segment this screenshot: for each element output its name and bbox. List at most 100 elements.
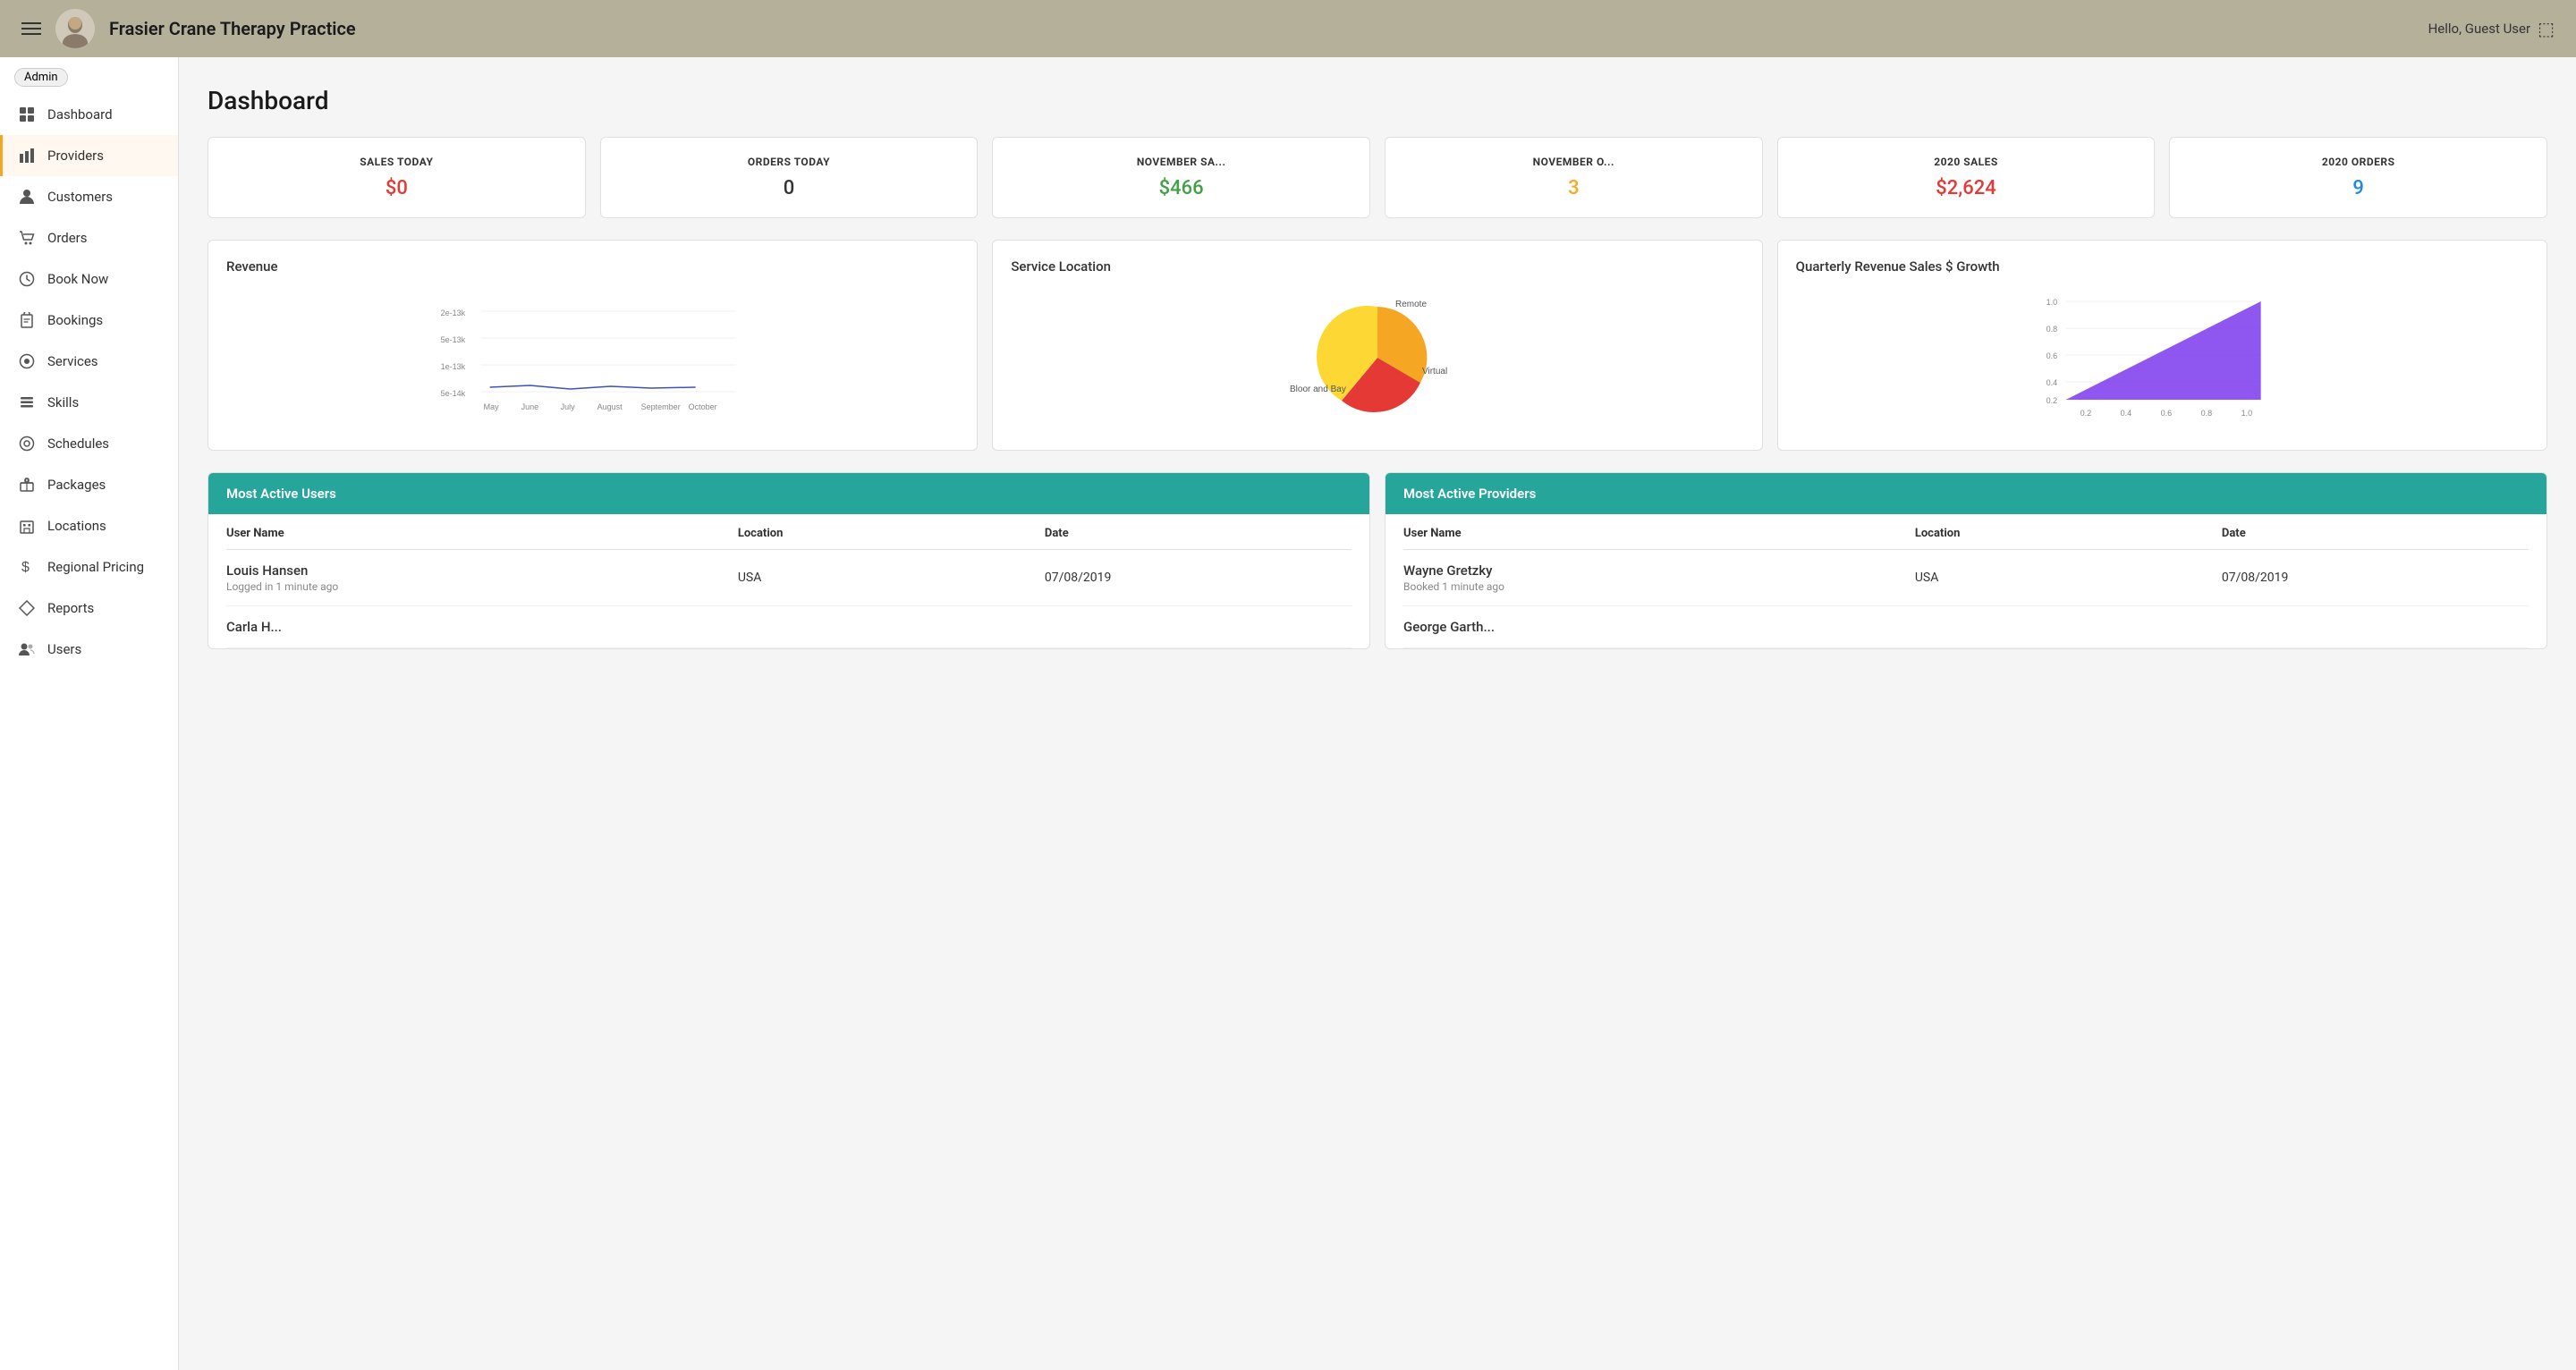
most-active-users-card: Most Active Users User Name Location Dat… <box>208 472 1370 649</box>
users-col-name: User Name <box>226 527 738 540</box>
app-title: Frasier Crane Therapy Practice <box>109 18 356 39</box>
sidebar-item-dashboard[interactable]: Dashboard <box>0 94 178 135</box>
main-content: Dashboard SALES TODAY $0 ORDERS TODAY 0 … <box>179 57 2576 1370</box>
users-col-date: Date <box>1045 527 1352 540</box>
svg-text:Remote: Remote <box>1395 300 1427 309</box>
stat-card-2020-sales: 2020 SALES $2,624 <box>1777 137 2156 218</box>
svg-text:October: October <box>689 402 717 411</box>
charts-row: Revenue 2e-13k 5e-13k 1e-13k 5e-14k <box>208 240 2547 451</box>
stat-card-nov-orders: NOVEMBER O... 3 <box>1385 137 1763 218</box>
sidebar-item-book-now[interactable]: Book Now <box>0 258 178 300</box>
user-date: 07/08/2019 <box>1045 562 1352 593</box>
admin-badge: Admin <box>14 68 68 87</box>
svg-text:August: August <box>597 402 623 411</box>
svg-text:0.4: 0.4 <box>2046 378 2057 387</box>
svg-text:September: September <box>641 402 681 411</box>
diamond-icon <box>17 598 37 618</box>
svg-text:0.8: 0.8 <box>2200 409 2212 418</box>
svg-text:July: July <box>561 402 576 411</box>
most-active-users-content: User Name Location Date Louis Hansen Log… <box>208 514 1369 648</box>
services-label: Services <box>47 353 98 369</box>
nov-sales-value: $466 <box>1007 177 1355 199</box>
user-name: Carla H... <box>226 619 738 635</box>
2020-sales-value: $2,624 <box>1792 177 2140 199</box>
most-active-providers-card: Most Active Providers User Name Location… <box>1385 472 2547 649</box>
provider-name-cell: Wayne Gretzky Booked 1 minute ago <box>1403 562 1915 593</box>
provider-location: USA <box>1915 562 2222 593</box>
sidebar-item-locations[interactable]: Locations <box>0 505 178 546</box>
logout-icon[interactable]: ⬚ <box>2538 18 2555 39</box>
users-col-headers: User Name Location Date <box>226 514 1352 550</box>
svg-text:0.2: 0.2 <box>2046 396 2057 405</box>
quarterly-chart-title: Quarterly Revenue Sales $ Growth <box>1796 258 2529 275</box>
sidebar-item-packages[interactable]: Packages <box>0 464 178 505</box>
provider-sub: Booked 1 minute ago <box>1403 580 1915 593</box>
svg-text:Virtual: Virtual <box>1422 367 1447 376</box>
pie-svg: Remote Virtual Bloor and Bay <box>1270 289 1485 427</box>
sidebar-item-bookings[interactable]: Bookings <box>0 300 178 341</box>
2020-sales-label: 2020 SALES <box>1792 156 2140 168</box>
user-location: USA <box>738 562 1045 593</box>
provider-name-cell: George Garth... <box>1403 619 1915 635</box>
service-location-title: Service Location <box>1011 258 1743 275</box>
sales-today-value: $0 <box>223 177 571 199</box>
svg-text:0.2: 0.2 <box>2080 409 2091 418</box>
circle-dot-icon <box>17 351 37 371</box>
customers-label: Customers <box>47 189 113 205</box>
book-now-label: Book Now <box>47 271 108 287</box>
svg-text:$: $ <box>21 560 30 575</box>
hamburger-menu-icon[interactable] <box>21 22 41 35</box>
2020-orders-label: 2020 ORDERS <box>2184 156 2532 168</box>
user-date <box>1045 619 1352 635</box>
revenue-chart-card: Revenue 2e-13k 5e-13k 1e-13k 5e-14k <box>208 240 978 451</box>
sidebar: Admin Dashboard Providers Customers <box>0 57 179 1370</box>
svg-text:1e-13k: 1e-13k <box>441 362 466 371</box>
sidebar-item-schedules[interactable]: Schedules <box>0 423 178 464</box>
svg-text:0.4: 0.4 <box>2120 409 2131 418</box>
person-icon <box>17 187 37 207</box>
svg-text:5e-14k: 5e-14k <box>441 389 466 398</box>
sidebar-item-skills[interactable]: Skills <box>0 382 178 423</box>
provider-date: 07/08/2019 <box>2222 562 2529 593</box>
user-location <box>738 619 1045 635</box>
most-active-providers-content: User Name Location Date Wayne Gretzky Bo… <box>1385 514 2546 648</box>
svg-text:May: May <box>484 402 500 411</box>
providers-label: Providers <box>47 148 104 164</box>
svg-text:1.0: 1.0 <box>2046 298 2057 307</box>
user-name: Louis Hansen <box>226 562 738 579</box>
revenue-svg: 2e-13k 5e-13k 1e-13k 5e-14k May June <box>226 289 959 423</box>
most-active-users-header: Most Active Users <box>208 473 1369 514</box>
layout: Admin Dashboard Providers Customers <box>0 57 2576 1370</box>
sidebar-item-reports[interactable]: Reports <box>0 588 178 629</box>
users-icon <box>17 639 37 659</box>
cart-icon <box>17 228 37 248</box>
clipboard-icon <box>17 310 37 330</box>
nov-orders-label: NOVEMBER O... <box>1400 156 1748 168</box>
stat-card-orders-today: ORDERS TODAY 0 <box>600 137 979 218</box>
svg-text:0.6: 0.6 <box>2160 409 2172 418</box>
providers-col-date: Date <box>2222 527 2529 540</box>
providers-col-location: Location <box>1915 527 2222 540</box>
header-right: Hello, Guest User ⬚ <box>2428 18 2555 39</box>
users-label: Users <box>47 641 81 657</box>
users-col-location: Location <box>738 527 1045 540</box>
app-header: Frasier Crane Therapy Practice Hello, Gu… <box>0 0 2576 57</box>
sidebar-item-services[interactable]: Services <box>0 341 178 382</box>
stat-card-2020-orders: 2020 ORDERS 9 <box>2169 137 2547 218</box>
tables-row: Most Active Users User Name Location Dat… <box>208 472 2547 649</box>
orders-today-label: ORDERS TODAY <box>615 156 963 168</box>
provider-name: George Garth... <box>1403 619 1915 635</box>
revenue-chart: 2e-13k 5e-13k 1e-13k 5e-14k May June <box>226 289 959 432</box>
nov-sales-label: NOVEMBER SA... <box>1007 156 1355 168</box>
sidebar-item-users[interactable]: Users <box>0 629 178 670</box>
dollar-icon: $ <box>17 557 37 577</box>
bookings-label: Bookings <box>47 312 103 328</box>
circle-gear-icon <box>17 434 37 453</box>
regional-pricing-label: Regional Pricing <box>47 559 144 575</box>
sidebar-item-customers[interactable]: Customers <box>0 176 178 217</box>
sidebar-item-orders[interactable]: Orders <box>0 217 178 258</box>
sidebar-item-regional-pricing[interactable]: $ Regional Pricing <box>0 546 178 588</box>
table-row: George Garth... <box>1403 606 2529 648</box>
providers-col-name: User Name <box>1403 527 1915 540</box>
sidebar-item-providers[interactable]: Providers <box>0 135 178 176</box>
